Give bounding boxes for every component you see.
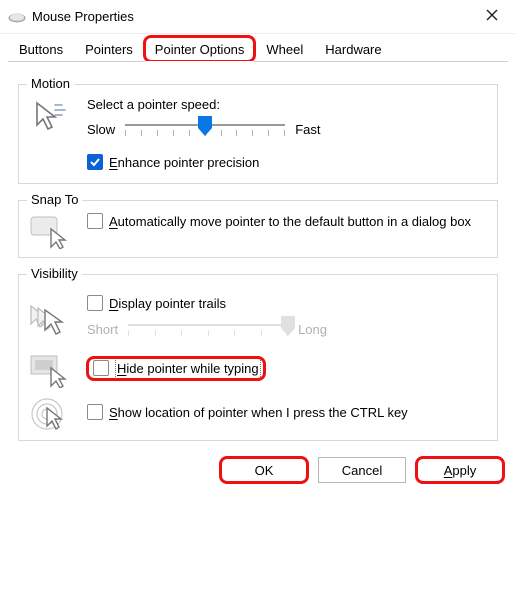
tab-pointer-options[interactable]: Pointer Options: [144, 36, 256, 62]
hide-typing-icon: [29, 352, 69, 384]
snap-to-icon: [29, 213, 69, 245]
trails-thumb: [281, 316, 295, 339]
group-snap-to: Snap To Automatically move pointer to th…: [18, 200, 498, 258]
pointer-trails-icon: [29, 302, 69, 334]
motion-heading: Select a pointer speed:: [87, 97, 487, 112]
titlebar: Mouse Properties: [0, 0, 516, 34]
hide-pointer-row[interactable]: Hide pointer while typing: [87, 357, 265, 380]
pointer-speed-slider[interactable]: Slow Fast: [87, 118, 487, 140]
mouse-icon: [8, 11, 26, 23]
cancel-button[interactable]: Cancel: [318, 457, 406, 483]
tab-buttons[interactable]: Buttons: [8, 36, 74, 62]
snap-to-label[interactable]: Automatically move pointer to the defaul…: [109, 213, 471, 230]
dialog-buttons: OK Cancel Apply: [0, 449, 516, 493]
group-visibility-title: Visibility: [27, 266, 82, 281]
group-motion-title: Motion: [27, 76, 74, 91]
hide-pointer-label[interactable]: Hide pointer while typing: [117, 360, 259, 377]
speed-fast-label: Fast: [295, 122, 320, 137]
tab-panel-pointer-options: Motion Select a pointer speed: Slow: [0, 62, 516, 449]
snap-to-checkbox[interactable]: [87, 213, 103, 229]
close-icon: [486, 9, 498, 21]
ctrl-locate-label[interactable]: Show location of pointer when I press th…: [109, 404, 408, 421]
group-motion: Motion Select a pointer speed: Slow: [18, 84, 498, 184]
display-trails-checkbox[interactable]: [87, 295, 103, 311]
hide-pointer-checkbox[interactable]: [93, 360, 109, 376]
group-snap-title: Snap To: [27, 192, 82, 207]
group-visibility: Visibility: [18, 274, 498, 441]
tab-underline: [8, 61, 508, 62]
window-title: Mouse Properties: [32, 9, 476, 24]
trails-length-slider: Short Long: [87, 318, 487, 340]
enhance-precision-label[interactable]: Enhance pointer precision: [109, 154, 259, 171]
enhance-precision-checkbox[interactable]: [87, 154, 103, 170]
speed-thumb[interactable]: [198, 116, 212, 139]
tab-wheel[interactable]: Wheel: [255, 36, 314, 62]
tab-hardware[interactable]: Hardware: [314, 36, 392, 62]
speed-track[interactable]: [125, 118, 285, 140]
trails-track: [128, 318, 288, 340]
apply-button[interactable]: Apply: [416, 457, 504, 483]
trails-short-label: Short: [87, 322, 118, 337]
speed-slow-label: Slow: [87, 122, 115, 137]
cursor-speed-icon: [29, 97, 69, 129]
tab-pointers[interactable]: Pointers: [74, 36, 144, 62]
trails-long-label: Long: [298, 322, 327, 337]
tab-strip: Buttons Pointers Pointer Options Wheel H…: [0, 34, 516, 62]
ctrl-locate-checkbox[interactable]: [87, 404, 103, 420]
display-trails-label[interactable]: Display pointer trails: [109, 295, 226, 312]
close-button[interactable]: [476, 8, 508, 26]
ok-button[interactable]: OK: [220, 457, 308, 483]
ctrl-locate-icon: [29, 396, 69, 428]
